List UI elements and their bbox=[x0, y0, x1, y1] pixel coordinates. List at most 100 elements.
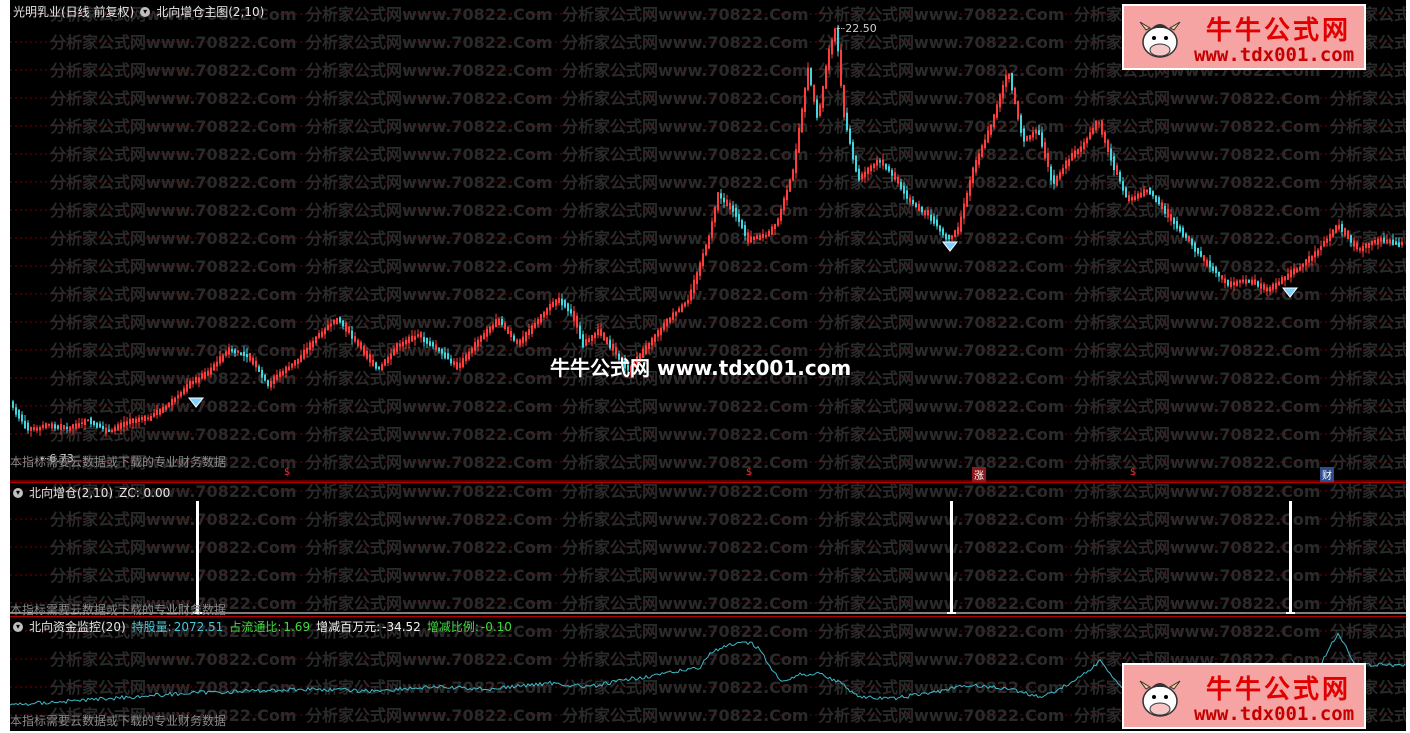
chart-window[interactable]: 分析家公式网www.70822.Com 分析家公式网www.70822.Com 分析… bbox=[10, 0, 1406, 731]
candle-body bbox=[381, 364, 383, 371]
watermark-tile: 分析家公式网www.70822.Com bbox=[1330, 285, 1406, 304]
candle-body bbox=[411, 335, 413, 342]
watermark-tile: 分析家公式网www.70822.Com bbox=[818, 341, 1065, 360]
candle-body bbox=[1383, 237, 1385, 243]
candle-body bbox=[132, 418, 134, 423]
candle-body bbox=[1116, 165, 1118, 175]
candle-body bbox=[945, 233, 947, 240]
watermark-tile: 分析家公式网www.70822.Com bbox=[1074, 397, 1321, 416]
main-price-pane[interactable]: 分析家公式网www.70822.Com 分析家公式网www.70822.Com 分析… bbox=[10, 0, 1406, 482]
watermark-tile: 分析家公式网www.70822.Com bbox=[306, 117, 553, 136]
candle-body bbox=[825, 65, 827, 89]
watermark-tile: 分析家公式网www.70822.Com bbox=[306, 397, 553, 416]
watermark-tile: 分析家公式网www.70822.Com bbox=[1074, 173, 1321, 192]
candle-body bbox=[708, 235, 710, 249]
event-marker-rise[interactable]: 涨 bbox=[972, 467, 986, 482]
candle-body bbox=[858, 168, 860, 181]
watermark-tile: 分析家公式网www.70822.Com bbox=[1330, 483, 1406, 501]
brand-badge-bottom[interactable]: 牛牛公式网 www.tdx001.com bbox=[1122, 663, 1366, 729]
candle-body bbox=[408, 336, 410, 344]
candle-body bbox=[849, 128, 851, 144]
candle-body bbox=[336, 317, 338, 325]
candle-body bbox=[393, 348, 395, 356]
candle-body bbox=[474, 342, 476, 351]
candle-body bbox=[648, 343, 650, 350]
dropdown-circle-icon[interactable]: ▾ bbox=[13, 487, 23, 498]
candle-body bbox=[552, 301, 554, 307]
candle-body bbox=[876, 159, 878, 166]
mid-title[interactable]: 北向增仓(2,10) bbox=[29, 484, 113, 501]
candle-body bbox=[513, 335, 515, 341]
price-chart: 分析家公式网www.70822.Com 分析家公式网www.70822.Com 分析… bbox=[10, 5, 1406, 482]
candle-body bbox=[717, 192, 719, 211]
candle-body bbox=[867, 167, 869, 175]
event-marker-s[interactable]: $ bbox=[746, 467, 752, 478]
indicator-title[interactable]: 北向增仓主图(2,10) bbox=[156, 3, 264, 20]
candle-body bbox=[1128, 194, 1130, 202]
candle-body bbox=[495, 319, 497, 328]
candle-body bbox=[1275, 282, 1277, 290]
candle-body bbox=[213, 363, 215, 371]
candle-body bbox=[702, 253, 704, 267]
watermark-tile: 分析家公式网www.70822.Com bbox=[1330, 453, 1406, 472]
candle-body bbox=[15, 407, 17, 415]
bot-title[interactable]: 北向资金监控(20) bbox=[29, 618, 126, 635]
hold-value: 2072.51 bbox=[173, 619, 224, 634]
candle-body bbox=[996, 104, 998, 118]
event-marker-s[interactable]: $ bbox=[284, 467, 290, 478]
candle-body bbox=[966, 192, 968, 207]
candle-body bbox=[885, 163, 887, 170]
candle-body bbox=[417, 334, 419, 337]
northbound-add-pane[interactable]: 分析家公式网www.70822.Com 分析家公式网www.70822.Com 分析… bbox=[10, 482, 1406, 617]
candle-body bbox=[576, 315, 578, 328]
brand-name: 牛牛公式网 bbox=[1206, 16, 1352, 46]
watermark-tile: 分析家公式网www.70822.Com bbox=[1074, 510, 1321, 529]
candle-body bbox=[765, 235, 767, 238]
candle-body bbox=[45, 423, 47, 429]
candle-body bbox=[402, 341, 404, 347]
watermark-tile: 分析家公式网www.70822.Com bbox=[1074, 201, 1321, 220]
candle-body bbox=[1095, 120, 1097, 131]
watermark-tile: 分析家公式网www.70822.Com bbox=[50, 650, 297, 669]
candle-body bbox=[276, 374, 278, 380]
stock-title[interactable]: 光明乳业(日线 前复权) bbox=[13, 3, 134, 20]
candle-body bbox=[297, 358, 299, 364]
candle-body bbox=[735, 207, 737, 218]
candle-body bbox=[447, 353, 449, 360]
candle-body bbox=[324, 328, 326, 335]
candle-body bbox=[543, 311, 545, 318]
watermark-tile: 分析家公式网www.70822.Com bbox=[50, 397, 297, 416]
event-marker-finance[interactable]: 财 bbox=[1320, 467, 1334, 482]
candle-body bbox=[315, 336, 317, 344]
candle-body bbox=[585, 339, 587, 346]
candle-body bbox=[378, 366, 380, 370]
candle-body bbox=[126, 421, 128, 426]
watermark-tile: 分析家公式网www.70822.Com bbox=[1074, 313, 1321, 332]
candle-body bbox=[165, 405, 167, 410]
watermark-tile: 分析家公式网www.70822.Com bbox=[306, 201, 553, 220]
candle-body bbox=[1137, 193, 1139, 199]
candle-body bbox=[651, 337, 653, 346]
candle-body bbox=[330, 323, 332, 327]
candle-body bbox=[693, 279, 695, 294]
candle-body bbox=[672, 312, 674, 320]
candle-body bbox=[1179, 226, 1181, 232]
dropdown-circle-icon[interactable]: ▾ bbox=[13, 621, 23, 632]
candle-body bbox=[138, 417, 140, 422]
candle-body bbox=[345, 322, 347, 332]
candle-body bbox=[957, 227, 959, 235]
candle-body bbox=[189, 380, 191, 389]
dropdown-circle-icon[interactable]: ▾ bbox=[140, 6, 151, 17]
candle-body bbox=[999, 94, 1001, 108]
candle-body bbox=[303, 349, 305, 359]
watermark-tile: 分析家公式网www.70822.Com bbox=[1330, 622, 1406, 641]
watermark-tile: 分析家公式网www.70822.Com bbox=[562, 33, 809, 52]
candle-body bbox=[861, 173, 863, 180]
event-marker-s[interactable]: $ bbox=[1130, 467, 1136, 478]
watermark-tile: 分析家公式网www.70822.Com bbox=[562, 622, 809, 641]
brand-badge-top[interactable]: 牛牛公式网 www.tdx001.com bbox=[1122, 4, 1366, 70]
candle-body bbox=[960, 216, 962, 232]
candle-body bbox=[294, 360, 296, 366]
candle-body bbox=[33, 427, 35, 430]
candle-body bbox=[669, 317, 671, 323]
